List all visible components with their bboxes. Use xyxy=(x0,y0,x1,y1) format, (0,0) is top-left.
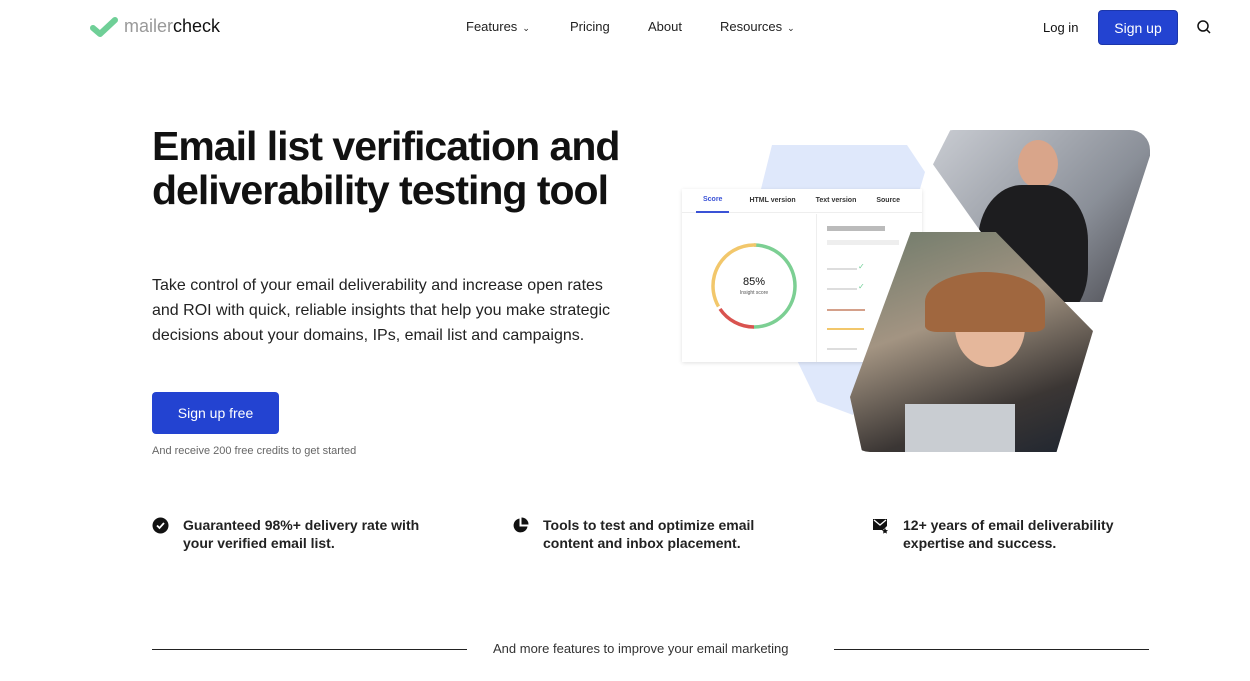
nav-label: Resources xyxy=(720,19,783,34)
nav-pricing[interactable]: Pricing xyxy=(570,19,610,34)
check-icon: ✓ xyxy=(858,282,865,291)
signup-button[interactable]: Sign up xyxy=(1098,10,1178,45)
feature-text: 12+ years of email deliverability expert… xyxy=(903,517,1114,551)
feature-item: 12+ years of email deliverability expert… xyxy=(872,516,1143,552)
nav-resources[interactable]: Resources ⌄ xyxy=(720,19,795,34)
page-title: Email list verification and deliverabili… xyxy=(152,123,620,213)
hero-lead: Take control of your email deliverabilit… xyxy=(152,277,611,344)
nav-features[interactable]: Features ⌄ xyxy=(466,19,530,34)
divider xyxy=(152,649,467,650)
score-label: Insight score xyxy=(739,290,769,296)
nav-about[interactable]: About xyxy=(648,19,682,34)
top-nav: mailercheck Features ⌄ Pricing About Reso… xyxy=(0,0,1250,54)
logo-check-icon xyxy=(90,16,118,37)
feature-item: Guaranteed 98%+ delivery rate with your … xyxy=(152,516,443,552)
check-icon: ✓ xyxy=(858,262,865,271)
more-features-heading: And more features to improve your email … xyxy=(493,641,789,656)
login-link[interactable]: Log in xyxy=(1043,20,1078,35)
nav-label: Features xyxy=(466,19,518,34)
logo-text: mailer xyxy=(124,16,174,36)
feature-text: Guaranteed 98%+ delivery rate with your … xyxy=(183,517,420,551)
tab-score[interactable]: Score xyxy=(696,188,730,213)
logo-text: check xyxy=(173,16,221,36)
tab-text-version[interactable]: Text version xyxy=(816,197,857,204)
tab-source[interactable]: Source xyxy=(876,197,900,204)
logo[interactable]: mailercheck xyxy=(90,16,220,37)
credits-note: And receive 200 free credits to get star… xyxy=(152,445,357,457)
pie-chart-icon xyxy=(513,517,529,533)
chevron-down-icon: ⌄ xyxy=(787,23,795,33)
signup-free-button[interactable]: Sign up free xyxy=(152,392,279,434)
score-value: 85% xyxy=(742,276,766,288)
feature-text: Tools to test and optimize email content… xyxy=(543,517,755,551)
search-icon[interactable] xyxy=(1196,19,1212,35)
check-circle-icon xyxy=(152,517,169,534)
feature-item: Tools to test and optimize email content… xyxy=(512,516,783,552)
tab-html-version[interactable]: HTML version xyxy=(749,197,795,204)
mail-star-icon xyxy=(873,519,888,534)
chevron-down-icon: ⌄ xyxy=(522,23,530,33)
divider xyxy=(834,649,1149,650)
